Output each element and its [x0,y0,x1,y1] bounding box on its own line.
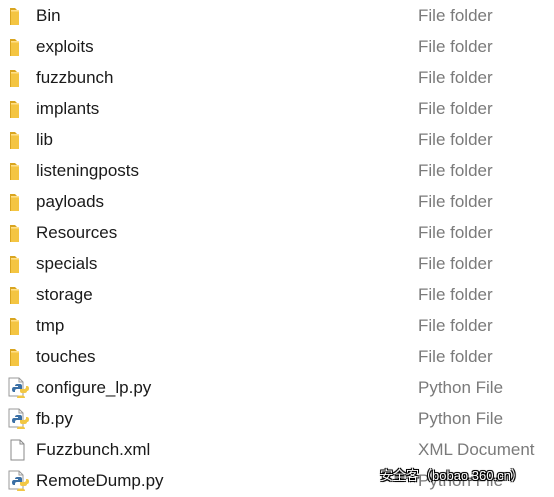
list-item-touches[interactable]: touches File folder [0,342,554,373]
list-item-fb-py[interactable]: fb.py Python File [0,404,554,435]
list-item-exploits[interactable]: exploits File folder [0,32,554,63]
file-name: configure_lp.py [36,378,152,397]
file-name: tmp [36,316,65,335]
file-name: implants [36,99,100,118]
file-type: File folder [418,130,493,149]
file-type: File folder [418,254,493,273]
file-list: Bin File folder exploits File folder fuz… [0,0,554,493]
list-item-implants[interactable]: implants File folder [0,94,554,125]
file-name: fuzzbunch [36,68,114,87]
list-item-lib[interactable]: lib File folder [0,125,554,156]
file-type: File folder [418,68,493,87]
list-item-configure-lp-py[interactable]: configure_lp.py Python File [0,373,554,404]
python-file-icon [7,470,29,492]
list-item-bin[interactable]: Bin File folder [0,1,554,32]
file-name: touches [36,347,96,366]
file-name: storage [36,285,93,304]
python-file-icon [7,377,29,399]
list-item-fuzzbunch[interactable]: fuzzbunch File folder [0,63,554,94]
folder-icon [7,5,29,27]
file-name: Resources [36,223,118,242]
folder-icon [7,346,29,368]
file-type: XML Document [418,440,535,459]
file-type: File folder [418,316,493,335]
list-item-resources[interactable]: Resources File folder [0,218,554,249]
xml-document-icon [7,439,29,461]
list-item-payloads[interactable]: payloads File folder [0,187,554,218]
folder-icon [7,284,29,306]
file-name: RemoteDump.py [36,471,164,490]
file-type: Python File [418,409,504,428]
folder-icon [7,129,29,151]
list-item-listeningposts[interactable]: listeningposts File folder [0,156,554,187]
file-name: Bin [36,6,61,25]
file-type: File folder [418,285,493,304]
file-name: listeningposts [36,161,140,180]
folder-icon [7,160,29,182]
file-type: File folder [418,6,493,25]
folder-icon [7,36,29,58]
file-name: specials [36,254,98,273]
file-type: File folder [418,192,493,211]
file-type: File folder [418,347,493,366]
file-type: File folder [418,161,493,180]
folder-icon [7,191,29,213]
file-type: File folder [418,37,493,56]
list-item-fuzzbunch-xml[interactable]: Fuzzbunch.xml XML Document [0,435,554,466]
list-item-tmp[interactable]: tmp File folder [0,311,554,342]
file-type: File folder [418,223,493,242]
file-type: Python File [418,378,504,397]
folder-icon [7,67,29,89]
python-file-icon [7,408,29,430]
file-name: Fuzzbunch.xml [36,440,151,459]
file-name: exploits [36,37,94,56]
list-item-specials[interactable]: specials File folder [0,249,554,280]
site-watermark: 安全客（bobao.360.cn） [380,468,524,483]
file-name: payloads [36,192,105,211]
folder-icon [7,253,29,275]
file-name: lib [36,130,54,149]
folder-icon [7,315,29,337]
list-item-storage[interactable]: storage File folder [0,280,554,311]
file-type: File folder [418,99,493,118]
folder-icon [7,222,29,244]
folder-icon [7,98,29,120]
file-name: fb.py [36,409,73,428]
